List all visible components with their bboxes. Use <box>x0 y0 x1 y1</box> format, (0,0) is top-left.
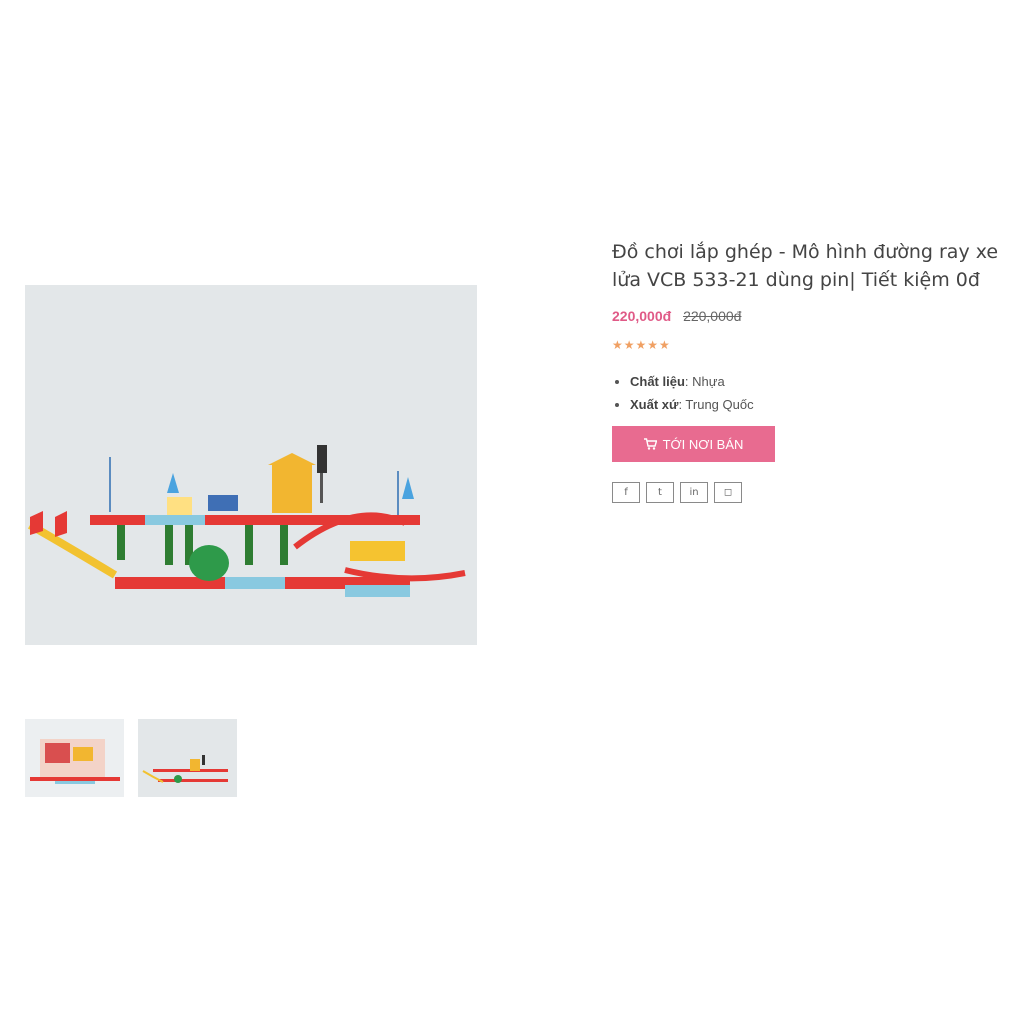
twitter-share-button[interactable]: t <box>646 482 674 503</box>
attribute-value: : Nhựa <box>684 374 725 389</box>
social-share-bar: f t in ◻ <box>612 482 1002 503</box>
attribute-label: Chất liệu <box>630 374 685 389</box>
attribute-value: : Trung Quốc <box>678 397 754 412</box>
go-to-store-button[interactable]: TỚI NƠI BÁN <box>612 426 775 462</box>
cart-icon <box>643 438 657 450</box>
instagram-share-button[interactable]: ◻ <box>714 482 742 503</box>
attribute-label: Xuất xứ <box>630 397 679 412</box>
instagram-icon: ◻ <box>723 487 733 498</box>
facebook-share-button[interactable]: f <box>612 482 640 503</box>
product-info-panel: Đồ chơi lắp ghép - Mô hình đường ray xe … <box>612 238 1002 503</box>
price-row: 220,000đ 220,000đ <box>612 308 1002 324</box>
rating-stars: ★★★★★ <box>612 338 671 352</box>
current-price: 220,000đ <box>612 308 672 324</box>
train-track-toy-illustration <box>25 285 477 645</box>
attribute-list: Chất liệu: Nhựa Xuất xứ: Trung Quốc <box>612 374 1002 412</box>
product-title: Đồ chơi lắp ghép - Mô hình đường ray xe … <box>612 241 999 291</box>
toy-box-thumbnail <box>25 719 124 797</box>
linkedin-icon: in <box>689 487 699 498</box>
twitter-icon: t <box>658 487 662 498</box>
facebook-icon: f <box>624 487 628 498</box>
attribute-origin: Xuất xứ: Trung Quốc <box>630 397 1002 412</box>
product-thumbnail-1[interactable] <box>25 719 124 797</box>
attribute-material: Chất liệu: Nhựa <box>630 374 1002 389</box>
old-price: 220,000đ <box>683 308 742 324</box>
go-to-store-label: TỚI NƠI BÁN <box>662 436 744 452</box>
product-thumbnail-2[interactable] <box>138 719 237 797</box>
linkedin-share-button[interactable]: in <box>680 482 708 503</box>
product-main-image[interactable] <box>25 285 477 645</box>
track-set-thumbnail <box>138 719 237 797</box>
